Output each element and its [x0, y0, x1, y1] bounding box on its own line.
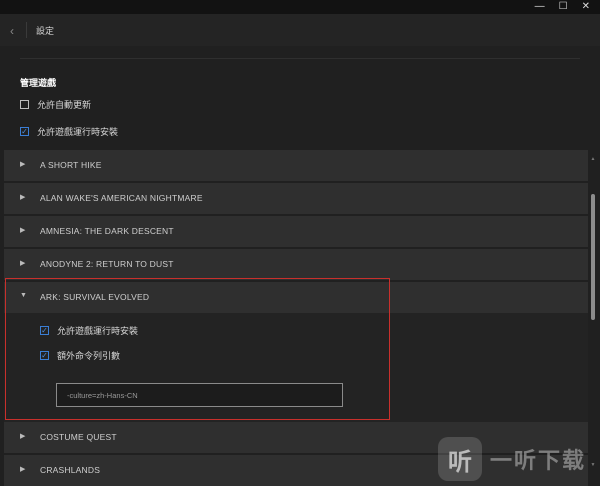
- section-heading-manage-games: 管理遊戲: [20, 78, 57, 88]
- auto-update-option[interactable]: 允許自動更新: [20, 98, 91, 111]
- game-name: A SHORT HIKE: [40, 160, 102, 170]
- caret-right-icon: ▶: [20, 260, 26, 267]
- install-while-running-label: 允許遊戲運行時安裝: [37, 127, 119, 137]
- game-row-a-short-hike[interactable]: ▶ A SHORT HIKE: [4, 150, 588, 181]
- close-icon[interactable]: ✕: [582, 0, 590, 14]
- game-row-anodyne-2[interactable]: ▶ ANODYNE 2: RETURN TO DUST: [4, 249, 588, 280]
- ark-install-while-running-label: 允許遊戲運行時安裝: [57, 326, 139, 336]
- content-divider: [20, 58, 580, 59]
- caret-right-icon: ▶: [20, 433, 26, 440]
- caret-right-icon: ▶: [20, 466, 26, 473]
- launch-args-input[interactable]: [56, 383, 343, 407]
- ark-extra-args-option[interactable]: ✓ 額外命令列引數: [40, 349, 120, 362]
- caret-right-icon: ▶: [20, 194, 26, 201]
- game-name: AMNESIA: THE DARK DESCENT: [40, 226, 174, 236]
- scrollbar[interactable]: ▲ ▼: [590, 56, 596, 483]
- ark-install-while-running-checkbox[interactable]: ✓: [40, 326, 49, 335]
- page-title: 設定: [36, 26, 55, 36]
- header-divider: [26, 22, 27, 38]
- game-row-alan-wake[interactable]: ▶ ALAN WAKE'S AMERICAN NIGHTMARE: [4, 183, 588, 214]
- scroll-up-icon[interactable]: ▲: [590, 156, 596, 162]
- game-name: ALAN WAKE'S AMERICAN NIGHTMARE: [40, 193, 203, 203]
- minimize-icon[interactable]: —: [535, 0, 545, 14]
- window-controls: — ☐ ✕: [535, 0, 590, 14]
- game-row-ark[interactable]: ▼ ARK: SURVIVAL EVOLVED: [4, 282, 588, 313]
- title-bar: — ☐ ✕: [0, 0, 600, 14]
- game-name: COSTUME QUEST: [40, 432, 117, 442]
- watermark-logo-icon: 听: [438, 437, 482, 481]
- game-name: ANODYNE 2: RETURN TO DUST: [40, 259, 174, 269]
- game-name: ARK: SURVIVAL EVOLVED: [40, 292, 150, 302]
- auto-update-checkbox[interactable]: [20, 100, 29, 109]
- caret-right-icon: ▶: [20, 227, 26, 234]
- caret-right-icon: ▶: [20, 161, 26, 168]
- install-while-running-checkbox[interactable]: ✓: [20, 127, 29, 136]
- ark-extra-args-label: 額外命令列引數: [57, 351, 121, 361]
- game-row-amnesia[interactable]: ▶ AMNESIA: THE DARK DESCENT: [4, 216, 588, 247]
- install-while-running-option[interactable]: ✓ 允許遊戲運行時安裝: [20, 125, 118, 138]
- auto-update-label: 允許自動更新: [37, 100, 92, 110]
- maximize-icon[interactable]: ☐: [559, 0, 568, 14]
- settings-header: ‹ 設定: [0, 14, 600, 46]
- caret-down-icon: ▼: [20, 292, 27, 299]
- game-name: CRASHLANDS: [40, 465, 101, 475]
- chevron-left-icon[interactable]: ‹: [10, 24, 14, 38]
- ark-install-while-running-option[interactable]: ✓ 允許遊戲運行時安裝: [40, 324, 138, 337]
- scrollbar-thumb[interactable]: [591, 194, 595, 320]
- ark-extra-args-checkbox[interactable]: ✓: [40, 351, 49, 360]
- watermark: 听 一听下载: [438, 436, 598, 482]
- watermark-text: 一听下载: [490, 448, 587, 473]
